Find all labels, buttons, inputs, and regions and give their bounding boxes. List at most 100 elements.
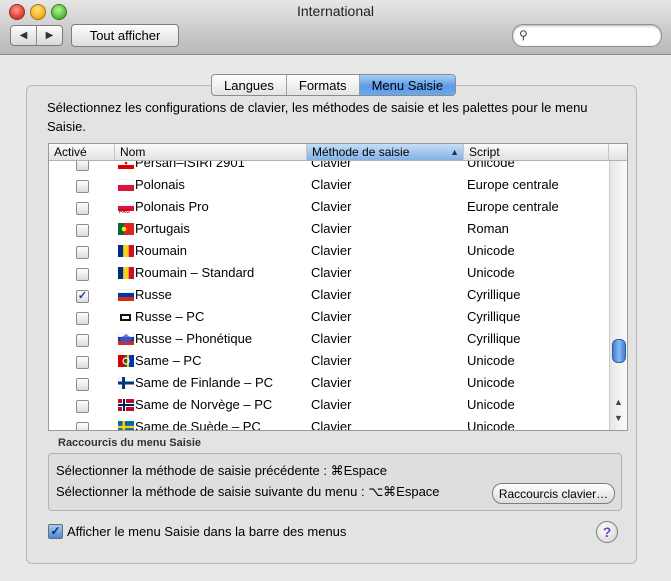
sami-flag-icon	[118, 355, 134, 367]
enable-checkbox[interactable]	[76, 224, 89, 237]
row-name: Same de Suède – PC	[135, 419, 261, 430]
enable-checkbox[interactable]	[76, 378, 89, 391]
poland-pro-flag-icon: PRO	[118, 201, 134, 213]
russia-phonetic-icon	[118, 333, 134, 345]
row-method: Clavier	[311, 243, 352, 258]
help-button[interactable]: ?	[596, 521, 618, 543]
row-name: Portugais	[135, 221, 190, 236]
row-name: Russe	[135, 287, 172, 302]
tab-bar: Langues Formats Menu Saisie	[211, 74, 457, 96]
show-all-button[interactable]: Tout afficher	[71, 24, 179, 47]
enable-checkbox[interactable]	[76, 334, 89, 347]
search-field[interactable]: ⚲	[512, 24, 662, 47]
enable-checkbox[interactable]	[76, 400, 89, 413]
column-header-name[interactable]: Nom	[115, 144, 307, 160]
tab-input-menu[interactable]: Menu Saisie	[358, 75, 456, 95]
enable-checkbox[interactable]	[76, 356, 89, 369]
row-script: Unicode	[467, 353, 515, 368]
row-name: Roumain – Standard	[135, 265, 255, 280]
enable-checkbox[interactable]	[76, 180, 89, 193]
nav-segmented-control: ◀ ▶	[10, 25, 63, 46]
table-row[interactable]: PRO Polonais Pro Clavier Europe centrale	[49, 198, 609, 220]
table-row[interactable]: Roumain Clavier Unicode	[49, 242, 609, 264]
scrollbar-thumb[interactable]	[612, 339, 626, 363]
show-input-menu-option[interactable]: ✓ Afficher le menu Saisie dans la barre …	[48, 524, 346, 539]
intro-text: Sélectionnez les configurations de clavi…	[47, 100, 588, 134]
table-row[interactable]: Persan–ISIRI 2901 Clavier Unicode	[49, 161, 609, 176]
sweden-flag-icon	[118, 421, 134, 430]
row-name: Polonais	[135, 177, 185, 192]
search-icon: ⚲	[519, 28, 528, 42]
preferences-window: International ◀ ▶ Tout afficher ⚲ Langue…	[0, 0, 671, 581]
row-script: Cyrillique	[467, 287, 521, 302]
row-name: Same de Finlande – PC	[135, 375, 274, 390]
back-button[interactable]: ◀	[11, 26, 36, 45]
window-title: International	[296, 3, 375, 19]
table-row[interactable]: Russe – Phonétique Clavier Cyrillique	[49, 330, 609, 352]
row-name: Roumain	[135, 243, 188, 258]
table-row[interactable]: ✓ Russe Clavier Cyrillique	[49, 286, 609, 308]
row-script: Europe centrale	[467, 199, 559, 214]
row-script: Unicode	[467, 419, 515, 430]
row-name: Polonais Pro	[135, 199, 209, 214]
shortcut-previous-text: Sélectionner la méthode de saisie précéd…	[56, 463, 387, 478]
row-method: Clavier	[311, 287, 352, 302]
enable-checkbox[interactable]	[76, 422, 89, 430]
forward-button[interactable]: ▶	[36, 26, 62, 45]
table-header: Activé Nom Méthode de saisie ▲ Script	[49, 144, 627, 161]
column-header-method[interactable]: Méthode de saisie ▲	[307, 144, 464, 160]
row-method: Clavier	[311, 265, 352, 280]
romania-flag-icon	[118, 245, 134, 257]
title-bar: International ◀ ▶ Tout afficher ⚲	[0, 0, 671, 55]
scroll-up-arrow-icon[interactable]: ▲	[614, 397, 623, 407]
row-method: Clavier	[311, 331, 352, 346]
row-name: Russe – Phonétique	[135, 331, 253, 346]
search-input[interactable]	[535, 27, 657, 45]
enable-checkbox[interactable]	[76, 161, 89, 171]
portugal-flag-icon	[118, 223, 134, 235]
table-row[interactable]: Same de Norvège – PC Clavier Unicode	[49, 396, 609, 418]
iran-flag-icon	[118, 161, 134, 169]
enable-checkbox[interactable]	[76, 246, 89, 259]
table-row[interactable]: Portugais Clavier Roman	[49, 220, 609, 242]
table-row[interactable]: Same de Finlande – PC Clavier Unicode	[49, 374, 609, 396]
row-name: Same de Norvège – PC	[135, 397, 273, 412]
tab-languages[interactable]: Langues	[212, 75, 286, 95]
romania-flag-icon	[118, 267, 134, 279]
row-method: Clavier	[311, 177, 352, 192]
show-input-menu-checkbox[interactable]: ✓	[48, 524, 63, 539]
table-row[interactable]: Roumain – Standard Clavier Unicode	[49, 264, 609, 286]
vertical-scrollbar[interactable]: ▲ ▼	[609, 161, 627, 430]
finland-flag-icon	[118, 377, 134, 389]
enable-checkbox[interactable]	[76, 268, 89, 281]
column-header-active[interactable]: Activé	[49, 144, 115, 160]
column-header-script[interactable]: Script	[464, 144, 609, 160]
table-row[interactable]: Same – PC Clavier Unicode	[49, 352, 609, 374]
row-method: Clavier	[311, 199, 352, 214]
scroll-down-arrow-icon[interactable]: ▼	[614, 413, 623, 423]
keyboard-shortcuts-button[interactable]: Raccourcis clavier…	[492, 483, 615, 504]
tab-formats[interactable]: Formats	[285, 75, 359, 95]
column-header-method-label: Méthode de saisie	[312, 145, 410, 159]
shortcut-next-text: Sélectionner la méthode de saisie suivan…	[56, 484, 440, 499]
row-name: Persan–ISIRI 2901	[135, 161, 245, 170]
input-sources-table: Activé Nom Méthode de saisie ▲ Script Pe…	[48, 143, 628, 431]
row-script: Cyrillique	[467, 309, 521, 324]
row-method: Clavier	[311, 161, 352, 170]
norway-flag-icon	[118, 399, 134, 411]
russia-pc-icon	[118, 311, 134, 323]
enable-checkbox[interactable]	[76, 312, 89, 325]
row-script: Unicode	[467, 375, 515, 390]
table-row[interactable]: Polonais Clavier Europe centrale	[49, 176, 609, 198]
row-script: Unicode	[467, 265, 515, 280]
enable-checkbox[interactable]	[76, 202, 89, 215]
row-name: Same – PC	[135, 353, 202, 368]
table-row[interactable]: Russe – PC Clavier Cyrillique	[49, 308, 609, 330]
table-row[interactable]: Same de Suède – PC Clavier Unicode	[49, 418, 609, 430]
enable-checkbox[interactable]: ✓	[76, 290, 89, 303]
sort-ascending-icon: ▲	[450, 147, 459, 157]
shortcuts-title: Raccourcis du menu Saisie	[58, 437, 202, 449]
row-method: Clavier	[311, 221, 352, 236]
row-script: Cyrillique	[467, 331, 521, 346]
row-method: Clavier	[311, 419, 352, 430]
